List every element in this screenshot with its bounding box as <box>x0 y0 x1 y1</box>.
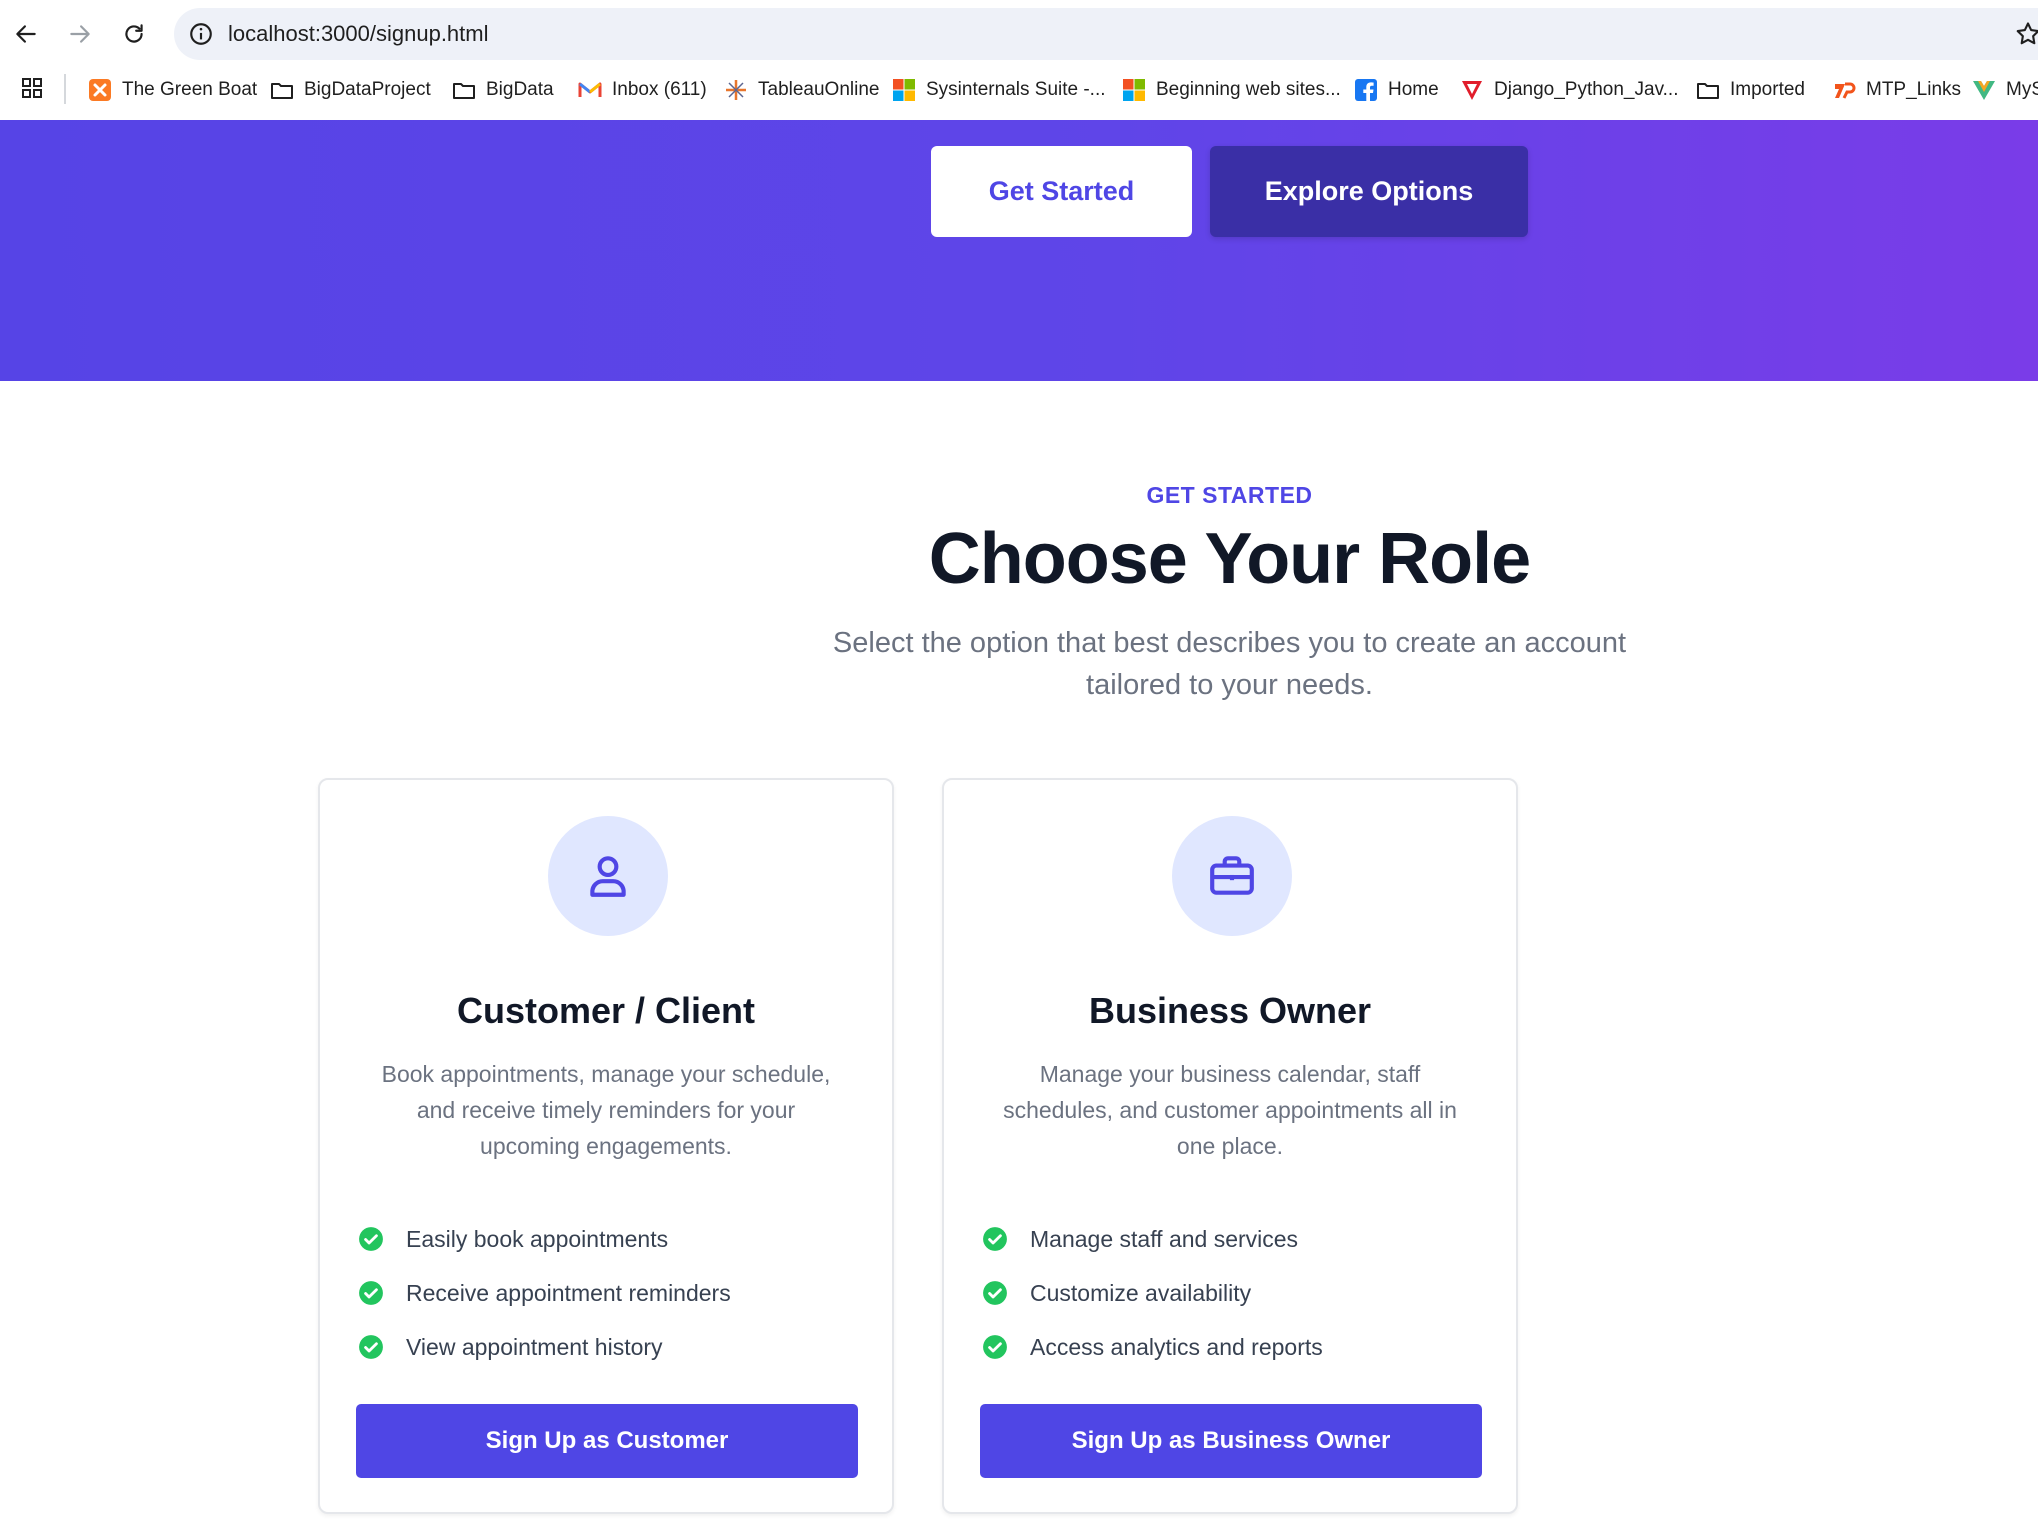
check-circle-icon <box>359 1281 383 1305</box>
bookmark-tableauonline[interactable]: TableauOnline <box>724 72 879 108</box>
feature-item: Customize availability <box>982 1266 1482 1320</box>
sign-up-customer-button[interactable]: Sign Up as Customer <box>356 1404 858 1478</box>
feature-text: Manage staff and services <box>1030 1225 1299 1252</box>
feature-text: Receive appointment reminders <box>406 1279 731 1306</box>
section-subtitle: Select the option that best describes yo… <box>832 627 1627 701</box>
vue-icon <box>1973 81 1995 100</box>
feature-item: Access analytics and reports <box>982 1320 1482 1374</box>
bookmark-label: BigDataProject <box>304 79 431 100</box>
facebook-icon <box>1355 79 1377 101</box>
bookmark-label: Beginning web sites... <box>1156 79 1341 100</box>
microsoft-icon <box>893 79 915 101</box>
reload-icon <box>125 24 143 43</box>
folder-icon <box>1697 83 1719 99</box>
bookmark-label: TableauOnline <box>758 79 880 100</box>
bookmark-bigdataproject[interactable]: BigDataProject <box>270 72 431 108</box>
get-started-button[interactable]: Get Started <box>931 146 1192 237</box>
bookmark-django-python[interactable]: Django_Python_Jav... <box>1460 72 1679 108</box>
card-description: Book appointments, manage your schedule,… <box>381 1061 831 1159</box>
role-icon-badge <box>548 816 668 936</box>
apps-grid-icon[interactable] <box>20 76 44 100</box>
arrow-right-icon <box>70 25 90 43</box>
url-text[interactable]: localhost:3000/signup.html <box>228 8 489 60</box>
mtp-icon <box>1835 82 1856 99</box>
bookmark-inbox[interactable]: Inbox (611) <box>578 72 707 108</box>
briefcase-icon <box>1210 856 1254 895</box>
forward-button[interactable] <box>60 14 100 54</box>
feature-item: View appointment history <box>358 1320 858 1374</box>
gmail-icon <box>578 82 602 97</box>
check-circle-icon <box>359 1227 383 1251</box>
tableau-icon <box>726 80 746 100</box>
feature-text: Customize availability <box>1030 1279 1252 1306</box>
bookmark-the-green-boat[interactable]: The Green Boat <box>88 72 257 108</box>
bookmark-label: Imported <box>1730 79 1805 100</box>
site-info-icon[interactable] <box>188 21 214 47</box>
card-description: Manage your business calendar, staff sch… <box>1003 1061 1457 1159</box>
check-circle-icon <box>983 1227 1007 1251</box>
feature-text: Access analytics and reports <box>1030 1333 1323 1360</box>
check-circle-icon <box>359 1335 383 1359</box>
bookmark-bigdata[interactable]: BigData <box>452 72 554 108</box>
page-title: Choose Your Role <box>928 519 1531 599</box>
bookmark-label: MyS <box>2006 79 2038 100</box>
bookmarks-separator <box>64 74 66 104</box>
customer-role-card: Customer / Client Book appointments, man… <box>318 778 894 1514</box>
user-icon <box>590 856 626 897</box>
bookmark-label: MTP_Links <box>1866 79 1962 100</box>
bookmark-star-icon[interactable] <box>2014 20 2038 48</box>
address-bar[interactable]: localhost:3000/signup.html <box>174 8 2038 60</box>
bookmark-imported[interactable]: Imported <box>1696 72 1805 108</box>
bookmark-mys[interactable]: MyS <box>1972 72 2038 108</box>
feature-item: Receive appointment reminders <box>358 1266 858 1320</box>
bookmark-label: Home <box>1388 79 1439 100</box>
feature-item: Manage staff and services <box>982 1212 1482 1266</box>
browser-toolbar: localhost:3000/signup.html <box>0 0 2038 68</box>
bookmark-label: The Green Boat <box>122 79 258 100</box>
business-owner-role-card: Business Owner Manage your business cale… <box>942 778 1518 1514</box>
check-circle-icon <box>983 1281 1007 1305</box>
reload-button[interactable] <box>114 14 154 54</box>
explore-options-button[interactable]: Explore Options <box>1210 146 1528 237</box>
bookmark-label: Sysinternals Suite -... <box>926 79 1106 100</box>
arrow-left-icon <box>16 25 36 43</box>
folder-icon <box>453 83 475 99</box>
card-title: Customer / Client <box>456 990 756 1031</box>
card-title: Business Owner <box>1088 990 1372 1031</box>
red-v-icon <box>1462 81 1482 100</box>
folder-icon <box>271 83 293 99</box>
bookmark-beginning-web-sites[interactable]: Beginning web sites... <box>1122 72 1341 108</box>
feature-text: View appointment history <box>406 1333 663 1360</box>
bookmark-sysinternals[interactable]: Sysinternals Suite -... <box>892 72 1106 108</box>
feature-text: Easily book appointments <box>406 1225 669 1252</box>
section-eyebrow: GET STARTED <box>1146 482 1313 508</box>
feature-item: Easily book appointments <box>358 1212 858 1266</box>
feature-list: Manage staff and services Customize avai… <box>982 1212 1482 1374</box>
bookmark-home[interactable]: Home <box>1354 72 1439 108</box>
back-button[interactable] <box>6 14 46 54</box>
microsoft-icon <box>1123 79 1145 101</box>
role-icon-badge <box>1172 816 1292 936</box>
bookmark-label: Django_Python_Jav... <box>1494 79 1679 100</box>
feature-list: Easily book appointments Receive appoint… <box>358 1212 858 1374</box>
bookmark-mtp-links[interactable]: MTP_Links <box>1832 72 1961 108</box>
xampp-icon <box>89 79 111 101</box>
sign-up-business-owner-button[interactable]: Sign Up as Business Owner <box>980 1404 1482 1478</box>
bookmark-label: BigData <box>486 79 554 100</box>
bookmark-label: Inbox (611) <box>612 79 707 100</box>
check-circle-icon <box>983 1335 1007 1359</box>
